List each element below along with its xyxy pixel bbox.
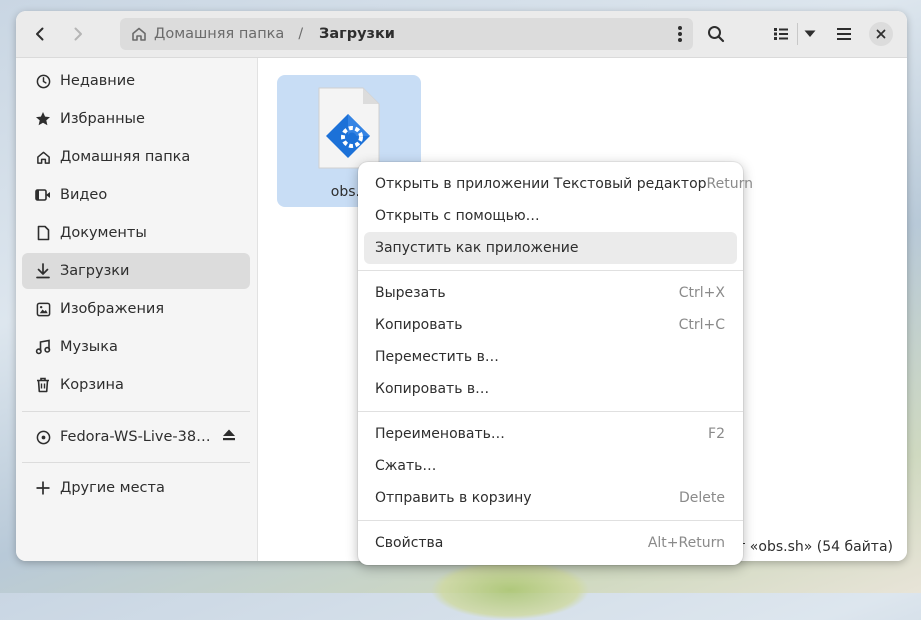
menu-item-label: Свойства: [375, 535, 444, 551]
status-bar: кт «obs.sh» (54 байта): [728, 539, 893, 555]
vertical-dots-icon: [678, 26, 682, 42]
breadcrumb-home[interactable]: Домашняя папка: [154, 26, 284, 42]
download-icon: [35, 263, 51, 279]
trash-icon: [35, 377, 51, 393]
menu-item-accel: Return: [706, 176, 753, 192]
menu-item-rename[interactable]: Переименовать… F2: [364, 418, 737, 450]
sidebar-item-other-locations[interactable]: Другие места: [22, 470, 250, 506]
search-icon: [708, 26, 725, 43]
main-menu-button[interactable]: [828, 18, 860, 50]
menu-item-run-as-program[interactable]: Запустить как приложение: [364, 232, 737, 264]
sidebar-item-drive[interactable]: Fedora-WS-Live-38…: [22, 419, 250, 455]
menu-item-label: Открыть с помощью…: [375, 208, 540, 224]
star-icon: [35, 111, 51, 127]
menu-item-label: Переименовать…: [375, 426, 505, 442]
sidebar-item-recent[interactable]: Недавние: [22, 63, 250, 99]
menu-item-accel: Ctrl+C: [678, 317, 725, 333]
menu-item-properties[interactable]: Свойства Alt+Return: [364, 527, 737, 559]
menu-item-accel: F2: [708, 426, 725, 442]
menu-item-label: Сжать…: [375, 458, 437, 474]
sidebar-item-label: Избранные: [60, 111, 145, 127]
context-menu: Открыть в приложении Текстовый редактор …: [358, 162, 753, 565]
path-menu-button[interactable]: [677, 25, 683, 47]
menu-item-copy[interactable]: Копировать Ctrl+C: [364, 309, 737, 341]
video-icon: [35, 187, 51, 203]
menu-item-label: Отправить в корзину: [375, 490, 532, 506]
menu-separator: [358, 270, 743, 271]
view-list-button[interactable]: [765, 18, 797, 50]
script-file-icon: [315, 86, 383, 172]
breadcrumb-current[interactable]: Загрузки: [319, 26, 395, 42]
sidebar-item-label: Корзина: [60, 377, 124, 393]
sidebar-separator: [22, 462, 250, 463]
sidebar-item-label: Документы: [60, 225, 147, 241]
sidebar-item-label: Домашняя папка: [60, 149, 191, 165]
music-icon: [35, 339, 51, 355]
close-icon: [876, 29, 886, 39]
sidebar: Недавние Избранные Домашняя папка Видео …: [16, 58, 258, 561]
list-view-icon: [774, 28, 788, 40]
sidebar-item-label: Видео: [60, 187, 108, 203]
menu-separator: [358, 411, 743, 412]
image-icon: [35, 301, 51, 317]
sidebar-item-label: Загрузки: [60, 263, 130, 279]
menu-item-compress[interactable]: Сжать…: [364, 450, 737, 482]
sidebar-item-label: Недавние: [60, 73, 136, 89]
menu-item-label: Открыть в приложении Текстовый редактор: [375, 176, 707, 192]
sidebar-item-label: Fedora-WS-Live-38…: [60, 429, 211, 445]
breadcrumb-separator: /: [298, 26, 304, 42]
clock-icon: [35, 73, 51, 89]
menu-item-cut[interactable]: Вырезать Ctrl+X: [364, 277, 737, 309]
plus-icon: [35, 480, 51, 496]
sidebar-item-label: Музыка: [60, 339, 118, 355]
sidebar-item-videos[interactable]: Видео: [22, 177, 250, 213]
document-icon: [35, 225, 51, 241]
menu-item-open-text-editor[interactable]: Открыть в приложении Текстовый редактор …: [364, 168, 753, 200]
sidebar-item-music[interactable]: Музыка: [22, 329, 250, 365]
sidebar-item-starred[interactable]: Избранные: [22, 101, 250, 137]
menu-item-accel: Delete: [679, 490, 725, 506]
sidebar-item-label: Изображения: [60, 301, 165, 317]
view-options-button[interactable]: [794, 18, 826, 50]
close-button[interactable]: [869, 22, 893, 46]
search-button[interactable]: [700, 18, 732, 50]
header-bar: Домашняя папка / Загрузки: [16, 11, 907, 58]
eject-icon[interactable]: [222, 429, 236, 445]
sidebar-item-trash[interactable]: Корзина: [22, 367, 250, 403]
chevron-left-icon: [36, 27, 44, 41]
menu-item-open-with[interactable]: Открыть с помощью…: [364, 200, 737, 232]
back-button[interactable]: [24, 18, 56, 50]
sidebar-item-label: Другие места: [60, 480, 165, 496]
menu-item-label: Запустить как приложение: [375, 240, 579, 256]
wallpaper: [430, 560, 590, 620]
menu-item-label: Копировать: [375, 317, 463, 333]
menu-item-label: Вырезать: [375, 285, 446, 301]
sidebar-item-pictures[interactable]: Изображения: [22, 291, 250, 327]
menu-item-label: Переместить в…: [375, 349, 499, 365]
sidebar-separator: [22, 411, 250, 412]
menu-item-accel: Ctrl+X: [678, 285, 725, 301]
menu-item-accel: Alt+Return: [647, 535, 725, 551]
path-bar: Домашняя папка / Загрузки: [120, 18, 693, 50]
chevron-right-icon: [74, 27, 82, 41]
home-icon: [35, 149, 51, 165]
sidebar-item-downloads[interactable]: Загрузки: [22, 253, 250, 289]
forward-button[interactable]: [62, 18, 94, 50]
menu-item-move-to-trash[interactable]: Отправить в корзину Delete: [364, 482, 737, 514]
triangle-down-icon: [804, 30, 816, 37]
hamburger-icon: [837, 28, 851, 40]
menu-separator: [358, 520, 743, 521]
home-icon: [131, 25, 149, 43]
menu-item-label: Копировать в…: [375, 381, 490, 397]
menu-item-move-to[interactable]: Переместить в…: [364, 341, 737, 373]
sidebar-item-documents[interactable]: Документы: [22, 215, 250, 251]
sidebar-item-home[interactable]: Домашняя папка: [22, 139, 250, 175]
disc-icon: [35, 429, 51, 445]
menu-item-copy-to[interactable]: Копировать в…: [364, 373, 737, 405]
